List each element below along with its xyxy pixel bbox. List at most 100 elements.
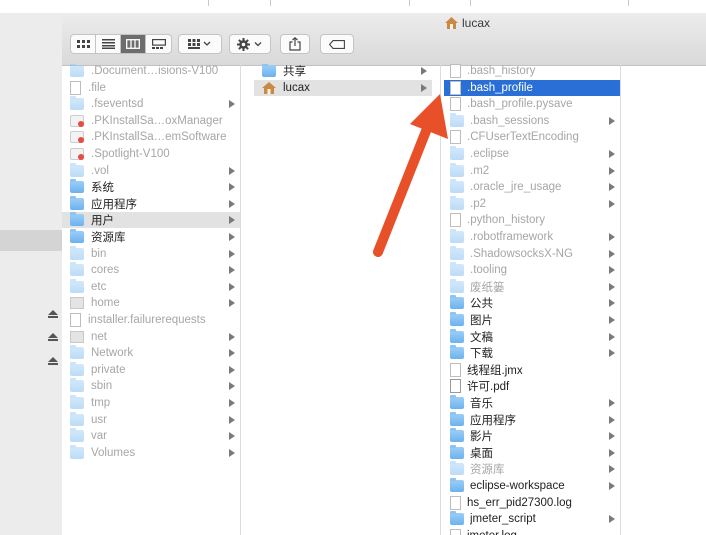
disclosure-arrow-icon (229, 249, 237, 258)
list-item[interactable]: jmeter_script (444, 511, 620, 527)
folder-icon (262, 64, 276, 77)
item-label: eclipse-workspace (470, 480, 565, 492)
list-item[interactable]: .m2 (444, 162, 620, 179)
list-item[interactable]: .PKInstallSa…oxManager (62, 113, 240, 129)
list-item[interactable]: .p2 (444, 195, 620, 212)
item-label: hs_err_pid27300.log (467, 496, 572, 509)
tag-button[interactable] (320, 34, 354, 54)
list-item[interactable]: jmeter.log (444, 528, 620, 535)
window-title: lucax (445, 15, 490, 31)
list-item[interactable]: .ShadowsocksX-NG (444, 245, 620, 262)
list-item[interactable]: 线程组.jmx (444, 362, 620, 378)
list-item[interactable]: 影片 (444, 428, 620, 444)
list-item[interactable]: .bash_sessions (444, 112, 620, 129)
item-label: 桌面 (470, 447, 493, 460)
item-label: .bash_profile.pysave (467, 98, 573, 111)
list-item[interactable]: 用户 (62, 212, 240, 229)
list-item[interactable]: net (62, 329, 240, 345)
item-label: jmeter_script (470, 513, 536, 526)
column-view-icon[interactable] (121, 35, 146, 53)
item-label: 下载 (470, 348, 493, 361)
share-button[interactable] (280, 34, 310, 54)
disclosure-arrow-icon (229, 448, 237, 457)
disclosure-arrow-icon (229, 382, 237, 391)
item-label: 公共 (470, 298, 493, 311)
item-label: .fseventsd (91, 98, 144, 111)
list-item[interactable]: 资源库 (444, 461, 620, 477)
view-mode-selector[interactable] (70, 34, 172, 54)
list-item[interactable]: 音乐 (444, 395, 620, 411)
list-item[interactable]: hs_err_pid27300.log (444, 495, 620, 511)
document-icon (70, 80, 81, 95)
list-item[interactable]: private (62, 361, 240, 378)
list-item[interactable]: bin (62, 245, 240, 262)
list-item[interactable]: 文稿 (444, 328, 620, 345)
list-item[interactable]: .Document…isions-V100 (62, 64, 240, 79)
list-item[interactable]: .PKInstallSa…emSoftware (62, 129, 240, 145)
sidebar-selection[interactable] (0, 230, 62, 251)
list-item[interactable]: .Spotlight-V100 (62, 146, 240, 162)
disclosure-arrow-icon (229, 349, 237, 358)
list-item[interactable]: 废纸篓 (444, 278, 620, 295)
folder-icon (450, 428, 464, 443)
disclosure-arrow-icon (609, 266, 617, 275)
list-item[interactable]: installer.failurerequests (62, 312, 240, 328)
list-item[interactable]: .fseventsd (62, 96, 240, 112)
list-item[interactable]: .robotframework (444, 229, 620, 245)
list-item[interactable]: 公共 (444, 295, 620, 311)
list-item[interactable]: 许可.pdf (444, 378, 620, 394)
gallery-view-icon[interactable] (146, 35, 171, 53)
list-item[interactable]: .bash_profile (444, 79, 620, 96)
list-item[interactable]: .bash_profile.pysave (444, 96, 620, 112)
list-item[interactable]: 应用程序 (62, 195, 240, 212)
disclosure-arrow-icon (609, 399, 617, 407)
list-item[interactable]: 资源库 (62, 229, 240, 245)
alias-folder-icon (70, 428, 84, 443)
column-divider[interactable] (620, 64, 621, 535)
list-item[interactable]: .bash_history (444, 64, 620, 79)
list-item[interactable]: eclipse-workspace (444, 478, 620, 494)
item-label: etc (91, 280, 107, 293)
list-view-icon[interactable] (96, 35, 121, 53)
item-label: .vol (91, 164, 109, 177)
list-item[interactable]: tmp (62, 395, 240, 411)
list-item[interactable]: .eclipse (444, 146, 620, 162)
list-item[interactable]: Network (62, 345, 240, 361)
list-item[interactable]: 图片 (444, 312, 620, 328)
list-item[interactable]: cores (62, 262, 240, 278)
action-button[interactable] (229, 34, 271, 54)
home-icon (445, 17, 458, 29)
column-divider[interactable] (240, 64, 241, 535)
list-item[interactable]: usr (62, 411, 240, 428)
list-item[interactable]: var (62, 428, 240, 444)
item-label: installer.failurerequests (88, 314, 206, 326)
eject-icon[interactable] (48, 357, 58, 365)
list-item[interactable]: 系统 (62, 179, 240, 195)
item-label: net (91, 330, 107, 343)
list-item[interactable]: home (62, 295, 240, 311)
list-item[interactable]: 应用程序 (444, 411, 620, 428)
icon-view-icon[interactable] (71, 35, 96, 53)
home-icon (262, 81, 276, 94)
list-item[interactable]: .oracle_jre_usage (444, 179, 620, 195)
list-item[interactable]: 共享 (254, 64, 432, 79)
list-item[interactable]: .file (62, 80, 240, 96)
item-label: .robotframework (470, 231, 554, 243)
arrange-button[interactable] (178, 34, 222, 54)
list-item[interactable]: Volumes (62, 444, 240, 461)
item-label: .p2 (470, 197, 486, 210)
list-item[interactable]: 桌面 (444, 444, 620, 461)
list-item[interactable]: etc (62, 278, 240, 295)
eject-icon[interactable] (48, 310, 58, 318)
window-titlebar: lucax (62, 13, 706, 66)
item-label: .ShadowsocksX-NG (470, 247, 573, 260)
list-item[interactable]: .CFUserTextEncoding (444, 129, 620, 145)
list-item[interactable]: .tooling (444, 262, 620, 278)
list-item[interactable]: .python_history (444, 212, 620, 228)
list-item[interactable]: sbin (62, 378, 240, 394)
eject-icon[interactable] (48, 333, 58, 341)
list-item[interactable]: 下载 (444, 345, 620, 361)
disclosure-arrow-icon (609, 349, 617, 358)
list-item[interactable]: .vol (62, 162, 240, 179)
folder-icon (450, 444, 464, 459)
